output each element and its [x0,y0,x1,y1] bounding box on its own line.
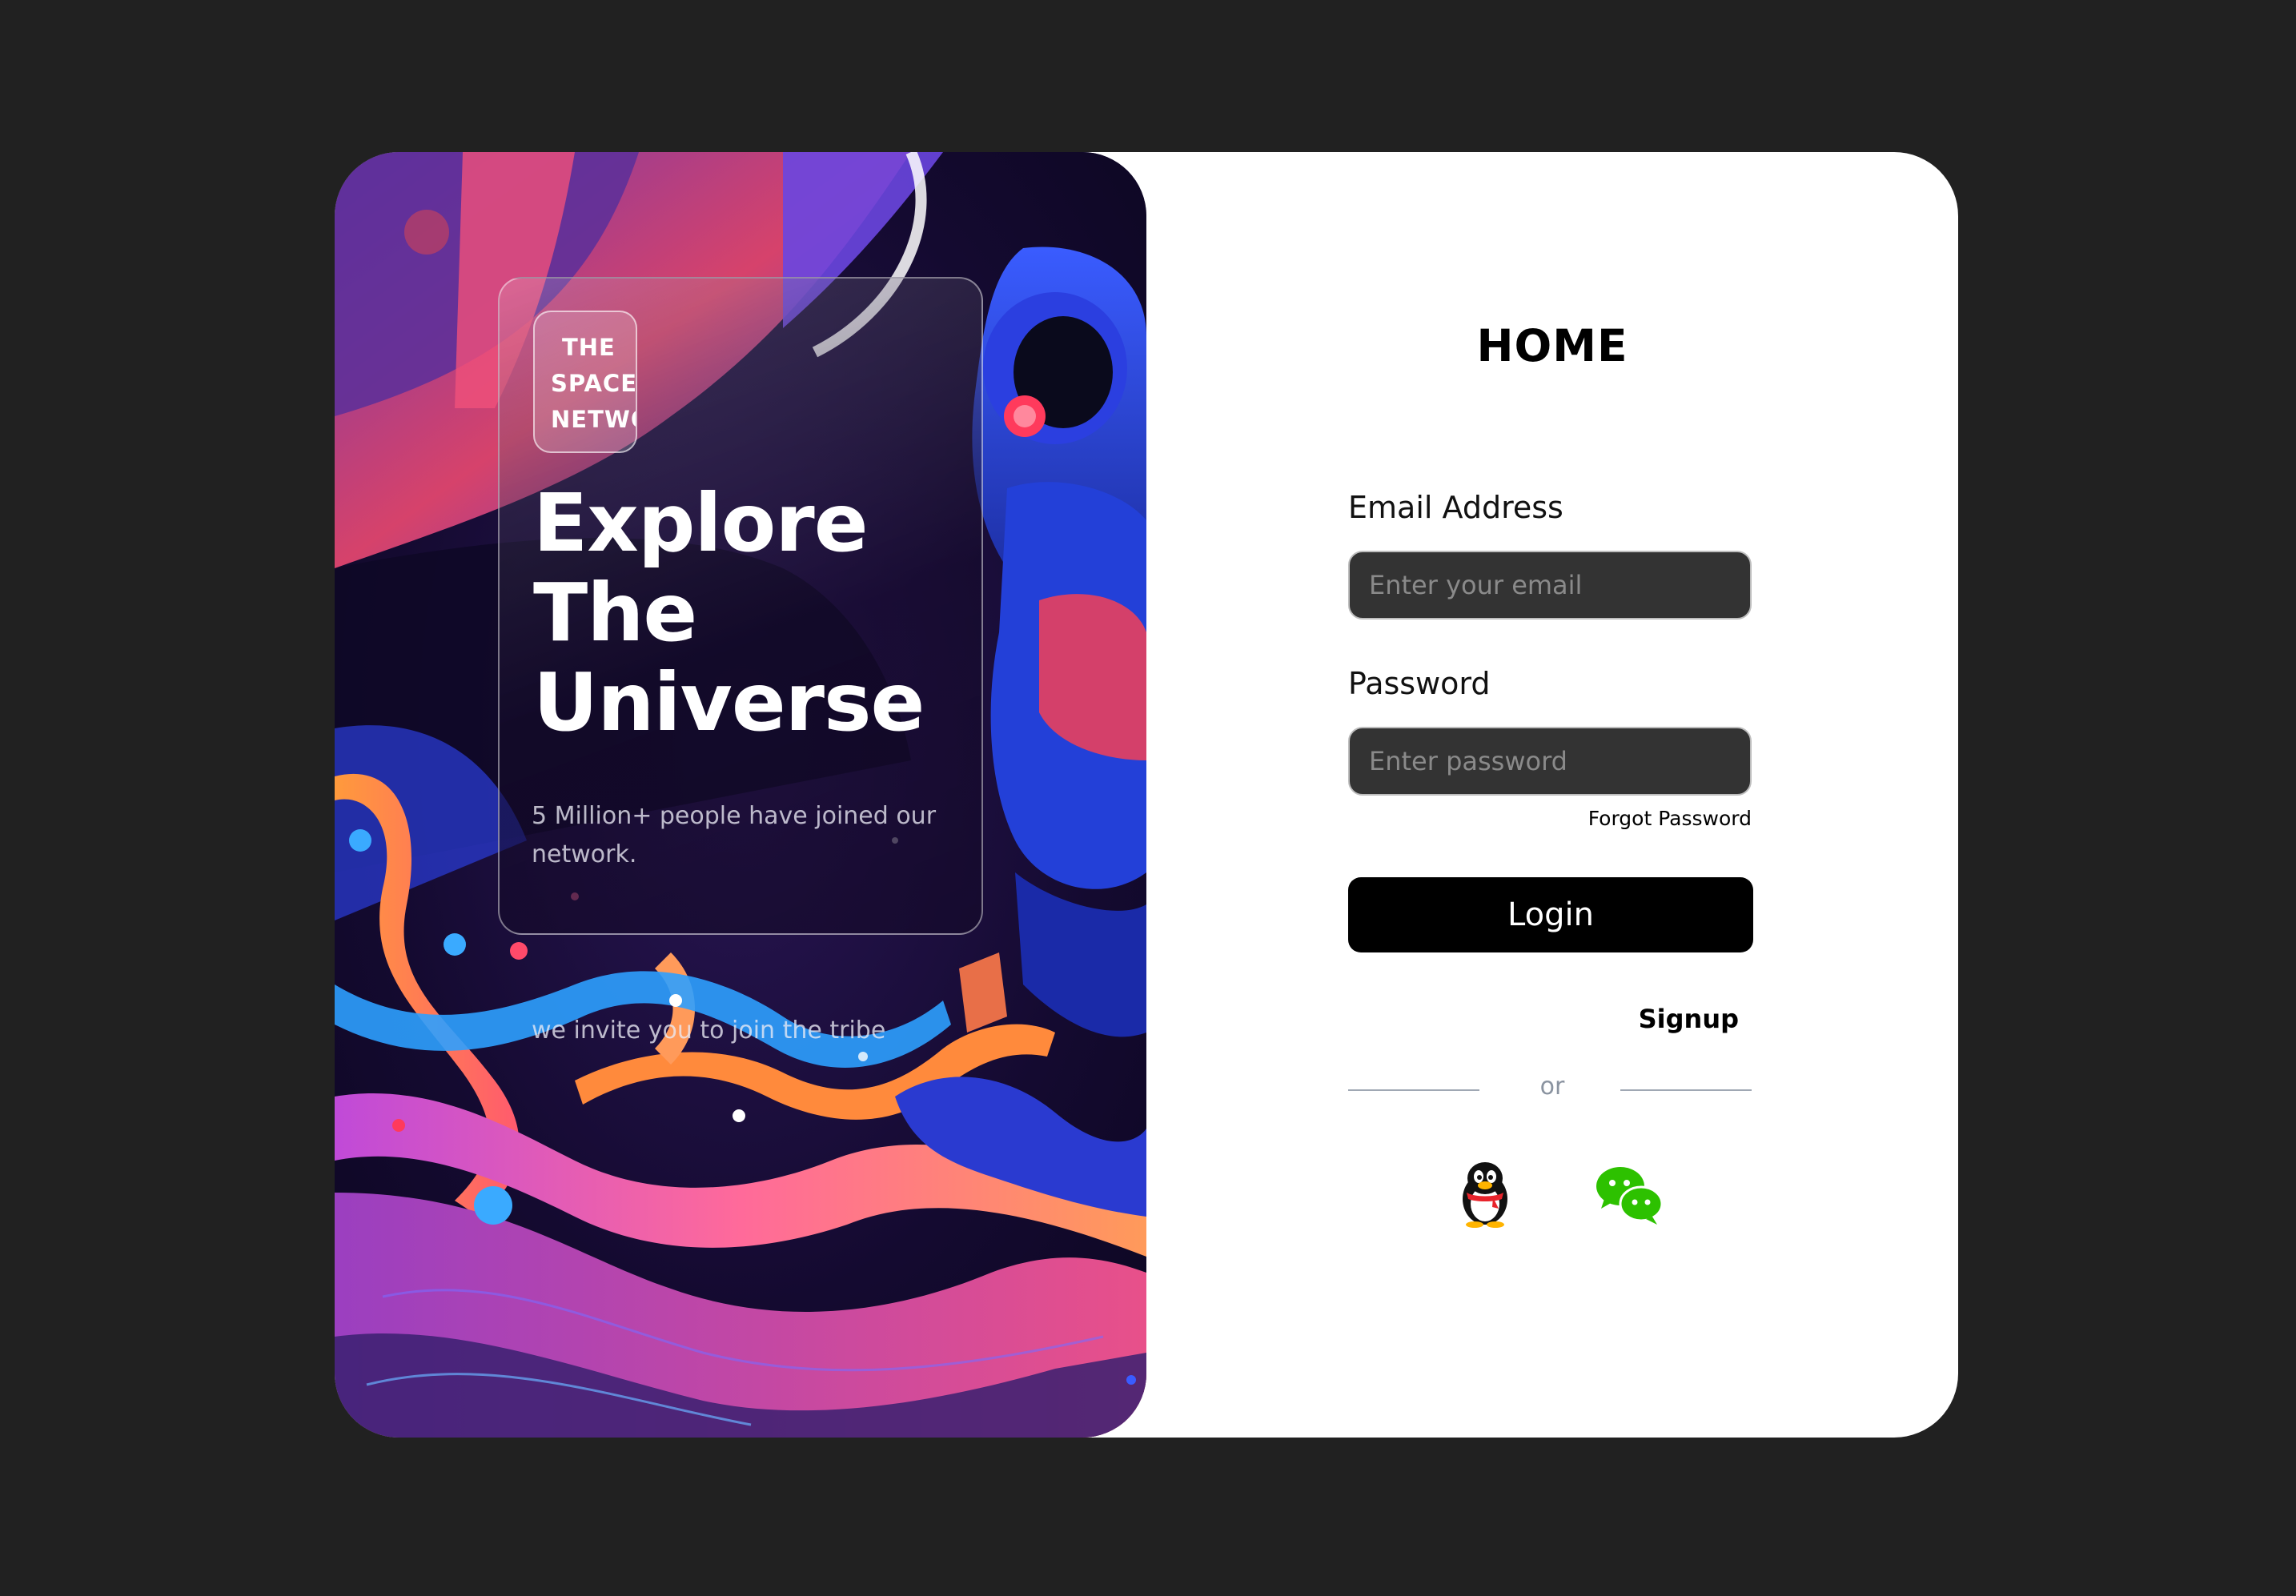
login-form: HOME Email Address Password Forgot Passw… [1146,152,1958,1438]
hero-subtitle-members: 5 Million+ people have joined our networ… [532,802,937,868]
wechat-icon[interactable] [1593,1157,1665,1229]
headline-line: Universe [533,656,925,749]
hero-headline: Explore The Universe [533,479,965,748]
badge-line: SPACE [551,370,637,397]
email-label: Email Address [1348,490,1563,525]
password-input[interactable] [1348,727,1752,796]
page-title: HOME [1476,320,1628,371]
brand-badge: THE SPACE NETWO [533,311,637,453]
signup-link[interactable]: Signup [1348,1004,1739,1034]
headline-line: Explore [533,476,869,570]
qq-penguin-icon[interactable] [1449,1157,1521,1229]
forgot-password-link[interactable]: Forgot Password [1348,807,1752,830]
headline-line: The [533,566,697,660]
password-label: Password [1348,666,1491,701]
login-button[interactable]: Login [1348,877,1753,952]
login-card: THE SPACE NETWO Explore The Universe 5 M… [335,152,1958,1438]
divider-or-text: or [1539,1073,1565,1101]
hero-panel: THE SPACE NETWO Explore The Universe 5 M… [335,152,1146,1438]
badge-line: NETWO [551,406,636,433]
divider-right [1620,1089,1752,1091]
email-input[interactable] [1348,551,1752,620]
badge-line: THE [562,334,616,361]
hero-subtitle-invite: we invite you to join the tribe [532,1017,886,1045]
